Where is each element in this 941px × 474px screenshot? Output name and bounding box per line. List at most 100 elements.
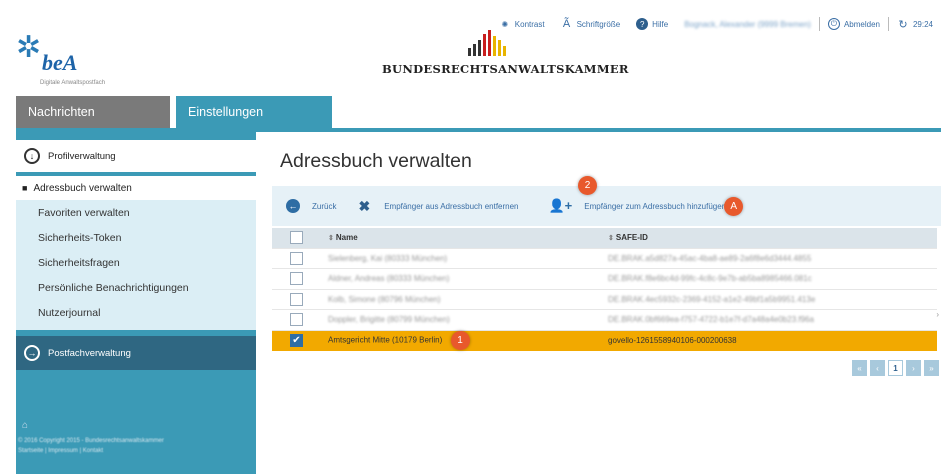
row-checkbox-cell bbox=[272, 247, 328, 269]
arrow-right-circle-icon: → bbox=[24, 345, 40, 361]
name-text: Doppler, Brigitte (80799 München) bbox=[328, 315, 450, 325]
row-checkbox-checked[interactable]: ✔ bbox=[290, 334, 303, 347]
font-size-icon: Ã bbox=[562, 18, 571, 30]
sidebar-item-label: Profilverwaltung bbox=[48, 150, 116, 162]
sort-icon: ⇕ bbox=[608, 235, 614, 243]
select-all-cell bbox=[272, 228, 328, 248]
user-label: Bognack, Alexander (9999 Bremen) bbox=[684, 19, 811, 29]
sidebar-item-profilverwaltung[interactable]: ↓ Profilverwaltung bbox=[16, 140, 256, 174]
table-row[interactable]: Kolb, Simone (80796 München) DE.BRAK.4ec… bbox=[272, 288, 937, 310]
add-recipient-button[interactable]: 👤+ Empfänger zum Adressbuch hinzufügen A bbox=[519, 196, 744, 216]
table-row[interactable]: Aldner, Andreas (80333 München) DE.BRAK.… bbox=[272, 268, 937, 289]
action-toolbar: ← Zurück ✖ Empfänger aus Adressbuch entf… bbox=[272, 176, 941, 226]
abmelden-link[interactable]: ⏻ Abmelden bbox=[820, 18, 888, 30]
sidebar-item-nutzerjournal[interactable]: Nutzerjournal bbox=[16, 300, 256, 325]
tab-nachrichten[interactable]: Nachrichten bbox=[16, 96, 170, 128]
address-table: ⇕ Name ⇕ SAFE-ID Sielenberg, Kai (80333 Mü… bbox=[272, 228, 937, 351]
row-checkbox-cell: ✔ bbox=[272, 329, 328, 351]
sidebar-item-benachrichtigungen[interactable]: Persönliche Benachrichtigungen bbox=[16, 275, 256, 300]
first-page-button[interactable]: « bbox=[852, 360, 867, 376]
last-page-button[interactable]: » bbox=[924, 360, 939, 376]
row-checkbox[interactable] bbox=[290, 313, 303, 327]
name-text: Aldner, Andreas (80333 München) bbox=[328, 274, 450, 284]
table-header-row: ⇕ Name ⇕ SAFE-ID bbox=[272, 228, 937, 248]
remove-label: Empfänger aus Adressbuch entfernen bbox=[384, 201, 519, 211]
step-badge: A bbox=[724, 196, 744, 216]
kontrast-label: Kontrast bbox=[514, 19, 545, 29]
safe-id-text: DE.BRAK.0bf669ea-f757-4722-b1e7f-d7a48a4… bbox=[608, 315, 814, 325]
name-text: Sielenberg, Kai (80333 München) bbox=[328, 253, 448, 263]
sidebar-submenu: ■ Adressbuch verwalten Favoriten verwalt… bbox=[16, 176, 256, 330]
table-row[interactable]: Sielenberg, Kai (80333 München) DE.BRAK.… bbox=[272, 247, 937, 269]
step-badge: 2 bbox=[578, 176, 597, 195]
abmelden-label: Abmelden bbox=[843, 19, 880, 29]
scroll-indicator[interactable]: › bbox=[936, 310, 939, 319]
row-checkbox-cell bbox=[272, 288, 328, 310]
hilfe-link[interactable]: ? Hilfe bbox=[628, 18, 676, 30]
sidebar-item-postfachverwaltung[interactable]: → Postfachverwaltung bbox=[16, 336, 256, 370]
logo-text: beA bbox=[42, 50, 78, 75]
help-icon: ? bbox=[636, 18, 649, 30]
remove-recipient-button[interactable]: ✖ Empfänger aus Adressbuch entfernen 2 bbox=[336, 176, 597, 215]
name-cell: Doppler, Brigitte (80799 München) bbox=[328, 309, 608, 330]
next-page-button[interactable]: › bbox=[906, 360, 921, 376]
back-button[interactable]: ← Zurück bbox=[272, 199, 336, 213]
brak-small-icon: ⌂ bbox=[22, 420, 29, 431]
name-cell: Sielenberg, Kai (80333 München) bbox=[328, 247, 608, 269]
row-checkbox-cell bbox=[272, 309, 328, 330]
tab-einstellungen[interactable]: Einstellungen bbox=[176, 96, 332, 128]
row-checkbox-cell bbox=[272, 268, 328, 289]
close-icon: ✖ bbox=[358, 197, 371, 214]
add-label: Empfänger zum Adressbuch hinzufügen bbox=[584, 201, 727, 211]
schriftgroesse-label: Schriftgröße bbox=[576, 19, 621, 29]
safe-id-cell: DE.BRAK.f8e6bc4d-99fc-4c8c-9e7b-ab5ba898… bbox=[608, 268, 937, 289]
sidebar-item-label: Adressbuch verwalten bbox=[33, 182, 132, 194]
column-label: SAFE-ID bbox=[615, 233, 648, 243]
sidebar-item-adressbuch[interactable]: ■ Adressbuch verwalten bbox=[16, 176, 256, 200]
sidebar-item-favoriten[interactable]: Favoriten verwalten bbox=[16, 200, 256, 225]
refresh-icon: ↻ bbox=[898, 18, 908, 31]
table-row-selected[interactable]: ✔ Amtsgericht Mitte (10179 Berlin) 1 gov… bbox=[272, 329, 937, 351]
step-badge: 1 bbox=[450, 331, 470, 350]
kontrast-link[interactable]: ✺ Kontrast bbox=[491, 18, 553, 30]
arrow-down-circle-icon: ↓ bbox=[24, 148, 40, 164]
row-checkbox[interactable] bbox=[290, 272, 303, 286]
user-name[interactable]: Bognack, Alexander (9999 Bremen) bbox=[676, 20, 819, 29]
safe-id-text: govello-1261558940106-000200638 bbox=[608, 336, 737, 345]
header: ✲ beA Digitale Anwaltspostfach BUNDESREC… bbox=[0, 0, 941, 96]
safe-id-cell: DE.BRAK.a5d827a-45ac-4ba8-ae89-2a6f8e6d3… bbox=[608, 247, 937, 269]
select-all-checkbox[interactable] bbox=[290, 231, 303, 245]
brak-name: BUNDESRECHTSANWALTSKAMMER bbox=[382, 62, 629, 76]
prev-page-button[interactable]: ‹ bbox=[870, 360, 885, 376]
schriftgroesse-link[interactable]: Ã Schriftgröße bbox=[553, 18, 629, 30]
bea-logo[interactable]: ✲ beA Digitale Anwaltspostfach bbox=[12, 30, 132, 100]
main-nav: Nachrichten Einstellungen bbox=[0, 96, 941, 128]
current-page[interactable]: 1 bbox=[888, 360, 903, 376]
safe-id-text: DE.BRAK.4ec5932c-2369-4152-a1e2-49bf1a5b… bbox=[608, 294, 816, 304]
row-checkbox[interactable] bbox=[290, 292, 303, 306]
add-user-icon: 👤+ bbox=[548, 198, 573, 213]
sidebar-item-sicherheitsfragen[interactable]: Sicherheitsfragen bbox=[16, 250, 256, 275]
main-content: Adressbuch verwalten ← Zurück ✖ Empfänge… bbox=[272, 132, 941, 474]
name-cell: Kolb, Simone (80796 München) bbox=[328, 288, 608, 310]
sidebar-item-label: Postfachverwaltung bbox=[48, 347, 131, 359]
name-cell: Amtsgericht Mitte (10179 Berlin) 1 bbox=[328, 329, 608, 351]
column-header-name[interactable]: ⇕ Name bbox=[328, 228, 608, 248]
table-row[interactable]: Doppler, Brigitte (80799 München) DE.BRA… bbox=[272, 309, 937, 330]
name-text: Kolb, Simone (80796 München) bbox=[328, 294, 441, 304]
back-arrow-icon: ← bbox=[286, 199, 300, 213]
pagination: « ‹ 1 › » bbox=[852, 360, 939, 376]
column-header-safe-id[interactable]: ⇕ SAFE-ID bbox=[608, 228, 937, 248]
sidebar: ↓ Profilverwaltung ■ Adressbuch verwalte… bbox=[16, 132, 256, 474]
contrast-icon: ✺ bbox=[501, 19, 509, 29]
sidebar-item-sicherheits-token[interactable]: Sicherheits-Token bbox=[16, 225, 256, 250]
row-checkbox[interactable] bbox=[290, 251, 303, 265]
footer-links[interactable]: Startseite | Impressum | Kontakt bbox=[18, 446, 254, 456]
sidebar-footer: © 2016 Copyright 2015 - Bundesrechtsanwa… bbox=[18, 436, 254, 456]
safe-id-cell: DE.BRAK.4ec5932c-2369-4152-a1e2-49bf1a5b… bbox=[608, 288, 937, 310]
safe-id-text: DE.BRAK.a5d827a-45ac-4ba8-ae89-2a6f8e6d3… bbox=[608, 253, 812, 263]
name-text: Amtsgericht Mitte (10179 Berlin) bbox=[328, 335, 443, 345]
power-icon: ⏻ bbox=[827, 18, 840, 30]
safe-id-text: DE.BRAK.f8e6bc4d-99fc-4c8c-9e7b-ab5ba898… bbox=[608, 274, 812, 284]
book-icon: ■ bbox=[22, 183, 28, 193]
